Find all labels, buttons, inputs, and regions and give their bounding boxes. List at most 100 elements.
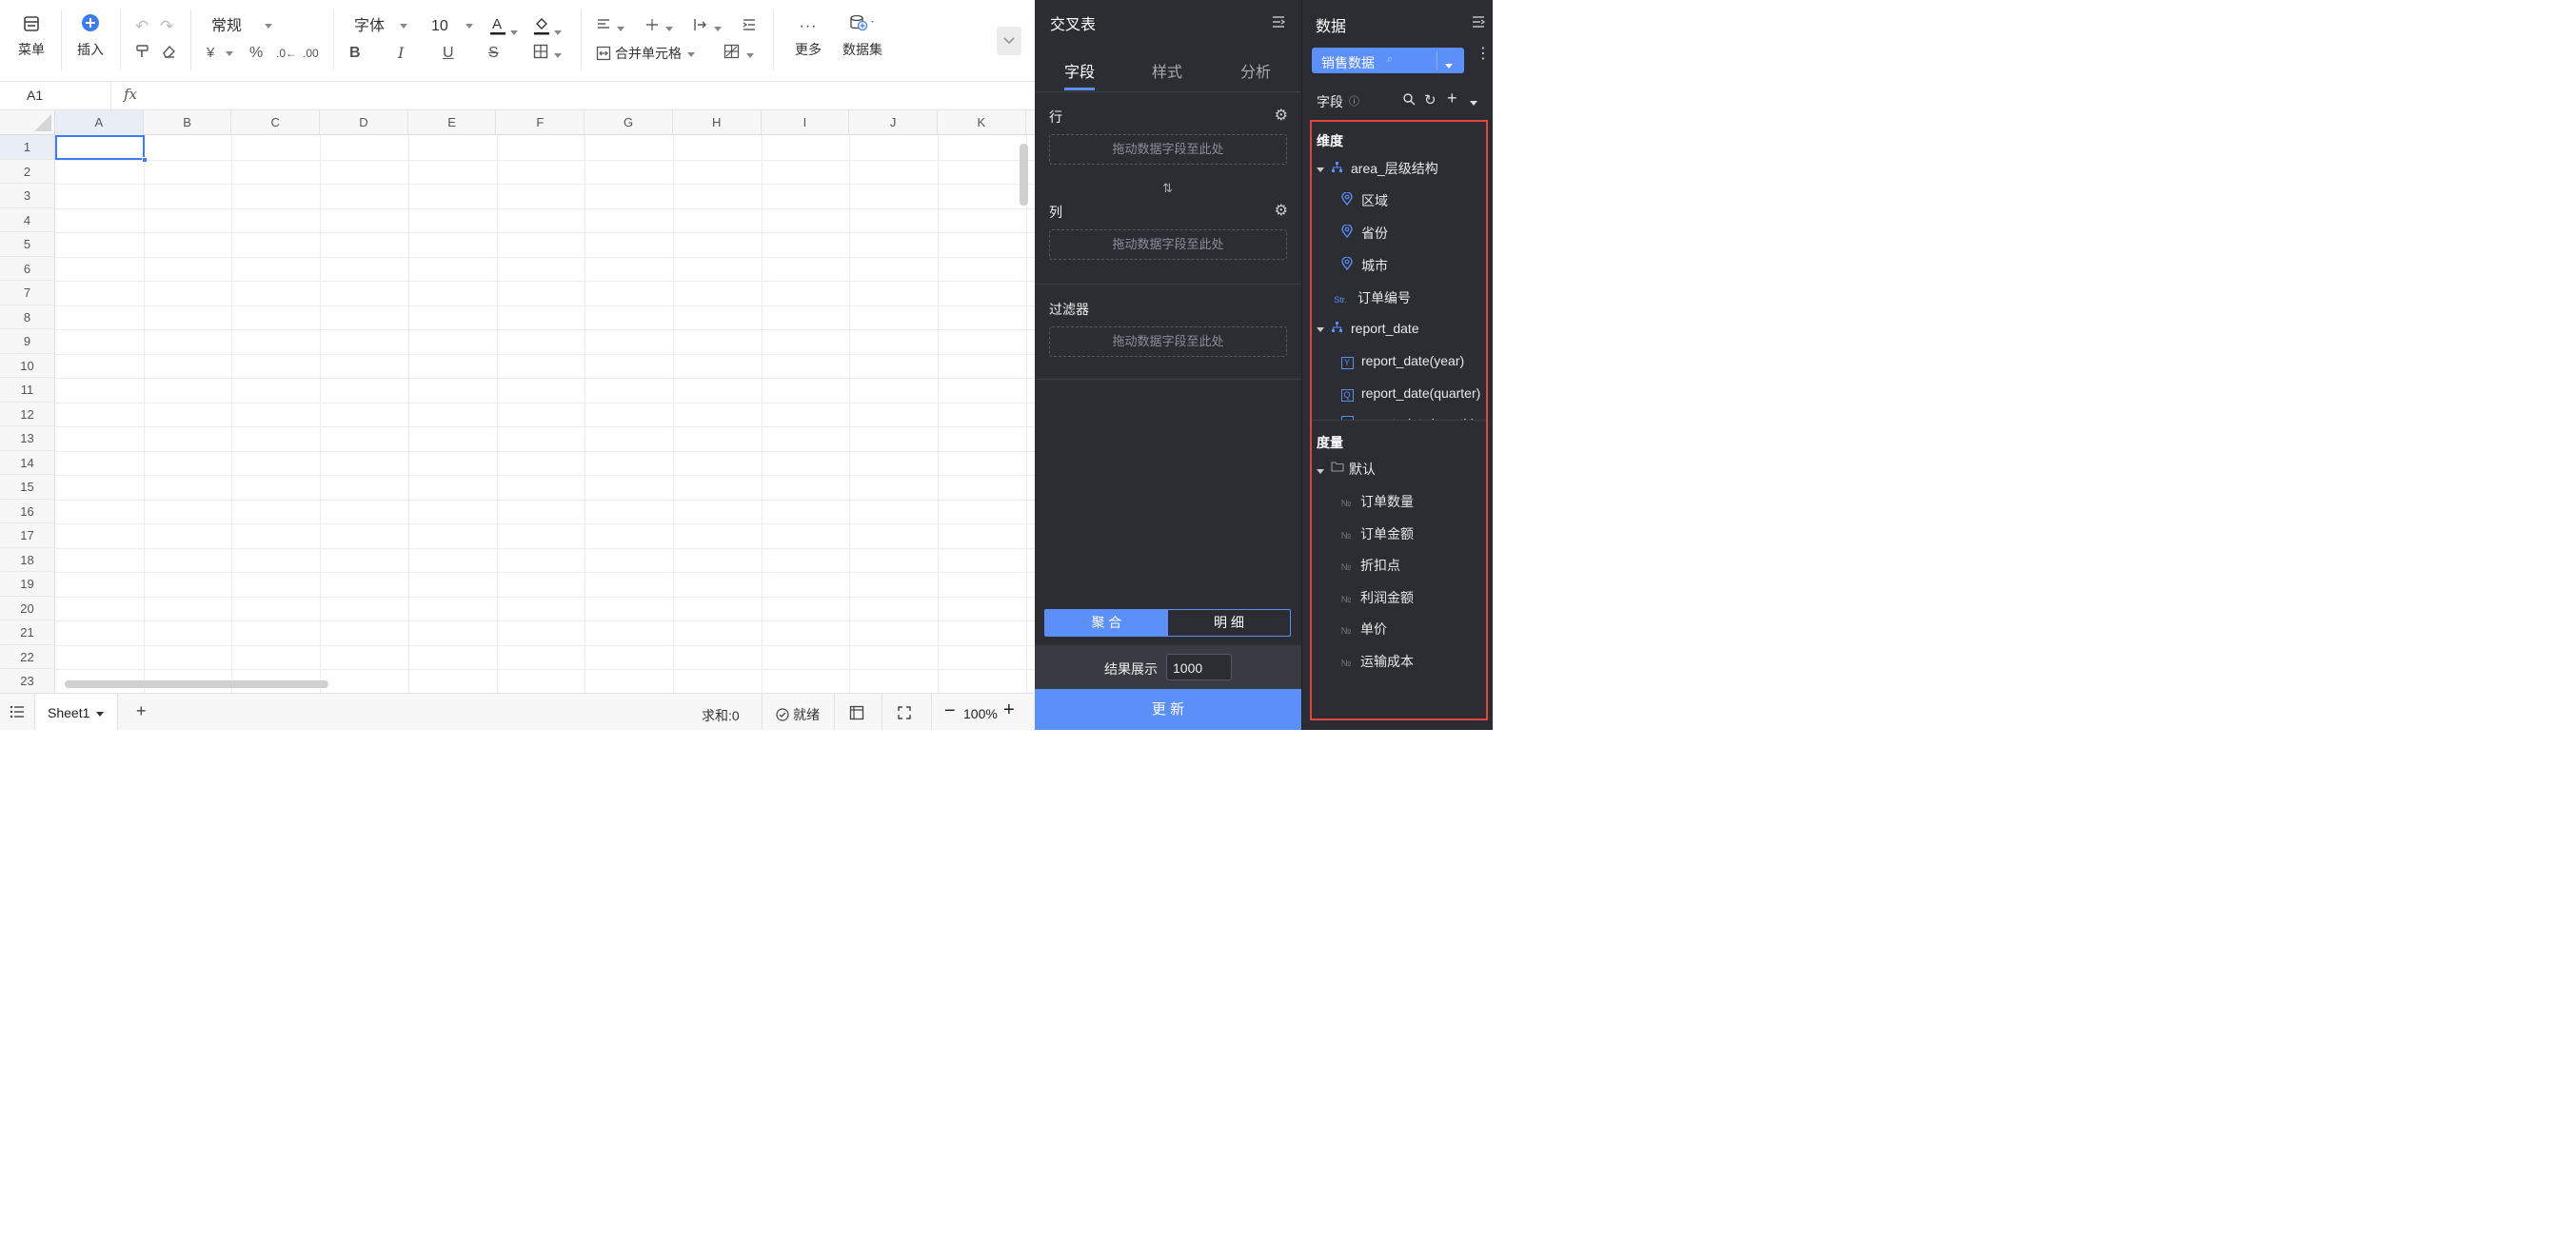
selected-cell[interactable] (55, 135, 145, 160)
measure-field[interactable]: № 订单数量 (1339, 492, 1414, 511)
undo-icon[interactable]: ↶ (135, 17, 149, 36)
row-header-cell[interactable]: 16 (0, 499, 55, 523)
percent-button[interactable]: % (249, 44, 263, 63)
measure-field[interactable]: № 利润金额 (1339, 588, 1414, 607)
fullscreen-icon[interactable] (897, 705, 912, 725)
bold-button[interactable]: B (349, 44, 361, 63)
vertical-scrollbar[interactable] (1020, 144, 1028, 206)
zoom-in-button[interactable]: + (1003, 699, 1015, 721)
column-header-cell[interactable]: A (55, 110, 144, 135)
italic-button[interactable]: I (398, 44, 404, 63)
row-header-cell[interactable]: 18 (0, 547, 55, 572)
fill-handle[interactable] (142, 157, 148, 163)
decrease-decimal-icon[interactable]: .0← (276, 44, 297, 63)
row-header-cell[interactable]: 7 (0, 281, 55, 305)
column-header-cell[interactable]: C (231, 110, 321, 135)
spreadsheet-grid[interactable]: ABCDEFGHIJK 1 2 3 4 5 6 7 8 9 10 11 12 13 14 15 16 17 18 1… (0, 110, 1035, 693)
sheet-list-icon[interactable] (10, 705, 25, 723)
dataset-select[interactable]: 销售数据 ⌕ (1312, 48, 1464, 73)
fill-color-button[interactable] (533, 15, 562, 42)
gear-icon[interactable]: ⚙ (1275, 106, 1288, 125)
filter-drop-zone[interactable]: 拖动数据字段至此处 (1049, 326, 1287, 357)
dimension-field[interactable]: Yreport_date(year) (1340, 353, 1464, 369)
horizontal-scrollbar[interactable] (65, 680, 328, 688)
dimension-field[interactable]: 城市 (1340, 256, 1388, 275)
eraser-icon[interactable] (161, 44, 176, 65)
strikethrough-button[interactable]: S (488, 44, 499, 63)
result-count-input[interactable]: 1000 (1166, 654, 1232, 680)
row-header-cell[interactable]: 8 (0, 305, 55, 329)
row-header-cell[interactable]: 12 (0, 402, 55, 426)
dimension-field[interactable]: 区域 (1340, 191, 1388, 210)
vertical-align-icon[interactable] (644, 17, 673, 38)
zoom-level[interactable]: 100% (963, 706, 998, 721)
caret-down-icon[interactable] (1317, 326, 1324, 332)
currency-button[interactable]: ¥ (207, 44, 234, 63)
row-header-cell[interactable]: 10 (0, 353, 55, 378)
more-vertical-icon[interactable]: ⋮ (1476, 47, 1491, 62)
menu-button[interactable]: 菜单 (8, 13, 55, 59)
tab-analysis[interactable]: 分析 (1240, 59, 1271, 82)
text-wrap-icon[interactable] (693, 17, 722, 38)
caret-down-icon[interactable] (96, 706, 104, 723)
aggregate-mode-button[interactable]: 聚 合 (1045, 610, 1168, 636)
column-header-cell[interactable]: B (144, 110, 232, 135)
row-header-cell[interactable]: 22 (0, 644, 55, 669)
measure-field[interactable]: № 折扣点 (1339, 556, 1400, 575)
row-header-cell[interactable]: 3 (0, 184, 55, 208)
merge-cells-button[interactable]: 合并单元格 (596, 44, 695, 63)
row-header-cell[interactable]: 15 (0, 475, 55, 500)
conditional-format-icon[interactable] (723, 44, 754, 65)
caret-down-icon[interactable] (1470, 95, 1477, 112)
font-size-select[interactable]: 10 (431, 17, 473, 36)
columns-drop-zone[interactable]: 拖动数据字段至此处 (1049, 229, 1287, 260)
column-header-cell[interactable]: E (408, 110, 497, 135)
formula-input[interactable] (152, 82, 1028, 110)
collapse-toolbar-button[interactable] (997, 27, 1021, 55)
column-header-cell[interactable]: J (849, 110, 938, 135)
zoom-out-button[interactable]: − (944, 700, 956, 722)
underline-button[interactable]: U (443, 44, 454, 63)
dimension-field[interactable]: report_date (1317, 321, 1419, 336)
panel-menu-icon[interactable] (1271, 14, 1286, 34)
dimension-field[interactable]: Str. 订单编号 (1331, 288, 1411, 307)
tab-fields[interactable]: 字段 (1064, 59, 1095, 82)
column-header-cell[interactable]: K (938, 110, 1026, 135)
panel-menu-icon[interactable] (1471, 14, 1486, 34)
dimension-field[interactable]: area_层级结构 (1317, 159, 1438, 178)
add-sheet-button[interactable]: + (136, 701, 147, 721)
measure-field[interactable]: № 运输成本 (1339, 652, 1414, 671)
freeze-icon[interactable] (849, 705, 864, 725)
sheet-tab[interactable]: Sheet1 (34, 694, 118, 730)
align-left-icon[interactable] (596, 17, 624, 38)
row-header-cell[interactable]: 1 (0, 135, 55, 160)
caret-down-icon[interactable] (1317, 167, 1324, 172)
dimension-field[interactable]: Qreport_date(quarter) (1340, 385, 1480, 402)
row-header-cell[interactable]: 17 (0, 523, 55, 548)
column-header-cell[interactable]: G (585, 110, 673, 135)
column-header-cell[interactable]: F (497, 110, 585, 135)
column-header-cell[interactable]: D (320, 110, 408, 135)
measure-field[interactable]: № 订单金额 (1339, 524, 1414, 543)
row-header-cell[interactable]: 19 (0, 572, 55, 597)
row-header-cell[interactable]: 20 (0, 596, 55, 620)
add-field-icon[interactable]: + (1447, 89, 1457, 108)
select-all-corner[interactable] (0, 110, 55, 135)
row-header-cell[interactable]: 13 (0, 426, 55, 451)
number-format-select[interactable]: 常规 (211, 17, 273, 36)
detail-mode-button[interactable]: 明 细 (1168, 610, 1290, 636)
row-header-cell[interactable]: 4 (0, 207, 55, 232)
info-icon[interactable]: ⓘ (1349, 93, 1359, 108)
insert-button[interactable]: 插入 (67, 13, 114, 59)
rows-drop-zone[interactable]: 拖动数据字段至此处 (1049, 134, 1287, 165)
dataset-button[interactable]: 数据集 (838, 13, 887, 59)
gear-icon[interactable]: ⚙ (1275, 201, 1288, 220)
row-header-cell[interactable]: 9 (0, 329, 55, 354)
measure-field[interactable]: № 单价 (1339, 620, 1387, 639)
dimension-field[interactable]: 省份 (1340, 224, 1388, 243)
row-header-cell[interactable]: 23 (0, 669, 55, 693)
indent-icon[interactable] (742, 17, 757, 38)
row-header-cell[interactable]: 11 (0, 378, 55, 403)
row-header-cell[interactable]: 21 (0, 620, 55, 645)
row-header-cell[interactable]: 5 (0, 232, 55, 257)
